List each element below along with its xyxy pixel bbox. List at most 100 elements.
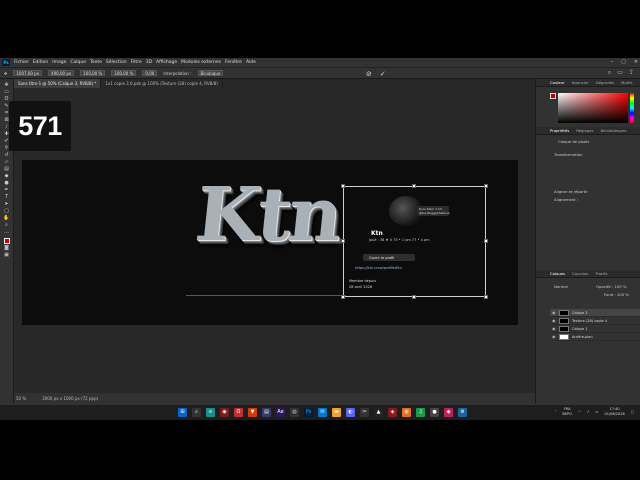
chevron-up-icon[interactable]: ˄ — [555, 410, 557, 414]
media-icon[interactable]: ◉ — [220, 408, 229, 417]
spotify-icon[interactable]: ♫ — [416, 408, 425, 417]
menu-filter[interactable]: Filtre — [131, 60, 142, 65]
foreground-color-swatch[interactable] — [3, 238, 10, 244]
menu-select[interactable]: Sélection — [106, 60, 127, 65]
input-language[interactable]: FRA BEPO — [562, 407, 571, 417]
notification-icon[interactable]: ▢ — [631, 410, 634, 414]
shape-icon[interactable]: ▢ — [3, 208, 11, 214]
volume-icon[interactable]: ♪ — [587, 410, 589, 414]
pen-icon[interactable]: ✒ — [3, 187, 11, 193]
transform-handle[interactable] — [341, 295, 345, 299]
path-select-icon[interactable]: ➤ — [3, 201, 11, 207]
angle-field[interactable]: 0,00 — [142, 70, 158, 76]
tab-libraries[interactable]: Bibliothèques — [601, 128, 627, 133]
battery-icon[interactable]: ▭ — [595, 410, 598, 414]
layer-row[interactable]: ◉ Arrière-plan — [550, 333, 640, 341]
tab-properties[interactable]: Propriétés — [550, 128, 569, 133]
dodge-icon[interactable]: ● — [3, 180, 11, 186]
fill-field[interactable]: Fond : 100 % — [604, 292, 629, 297]
layer-row[interactable]: ◉ Calque 1 — [550, 325, 640, 333]
hue-slider[interactable] — [630, 93, 634, 123]
marquee-icon[interactable]: ▭ — [3, 89, 11, 95]
app-icon[interactable]: ◆ — [444, 408, 453, 417]
menu-layer[interactable]: Calque — [70, 60, 86, 65]
gradient-icon[interactable]: ▤ — [3, 166, 11, 172]
after-effects-icon[interactable]: Ae — [276, 408, 285, 417]
hand-icon[interactable]: ✋ — [3, 215, 11, 221]
move-tool-icon[interactable]: ✥ — [4, 71, 7, 76]
transform-section[interactable]: Transformation — [554, 152, 583, 157]
clock[interactable]: 17:40 01/08/2026 — [605, 407, 625, 417]
capcut-icon[interactable]: ✂ — [360, 408, 369, 417]
more-tools-icon[interactable]: … — [3, 229, 11, 235]
commit-transform-icon[interactable]: ✓ — [380, 70, 386, 78]
type-icon[interactable]: T — [3, 194, 11, 200]
blur-icon[interactable]: ◆ — [3, 173, 11, 179]
steam-icon[interactable]: ◎ — [290, 408, 299, 417]
menu-help[interactable]: Aide — [246, 60, 256, 65]
app-icon[interactable]: ▲ — [374, 408, 383, 417]
opacity-field[interactable]: Opacité : 100 % — [596, 284, 626, 289]
zoom-level[interactable]: 50 % — [16, 396, 26, 401]
interpolation-select[interactable]: Bicubique — [197, 70, 224, 76]
tab-color[interactable]: Couleur — [550, 80, 565, 85]
tab-swatches[interactable]: Nuancier — [572, 80, 589, 85]
close-icon[interactable]: ✕ — [634, 59, 638, 65]
store-icon[interactable]: ▤ — [262, 408, 271, 417]
transform-handle[interactable] — [412, 295, 416, 299]
folder-icon[interactable]: ▬ — [332, 408, 341, 417]
blend-mode-select[interactable]: Normal — [554, 284, 568, 289]
visibility-eye-icon[interactable]: ◉ — [552, 326, 556, 331]
menu-image[interactable]: Image — [52, 60, 66, 65]
eraser-icon[interactable]: ▱ — [3, 159, 11, 165]
obs-icon[interactable]: ● — [430, 408, 439, 417]
search-icon[interactable]: ⌕ — [608, 69, 611, 77]
tab-layers[interactable]: Calques — [550, 271, 565, 276]
height-field[interactable]: 100,00 % — [111, 70, 137, 76]
move-icon[interactable]: ✥ — [3, 82, 11, 88]
mail-icon[interactable]: ✉ — [318, 408, 327, 417]
menu-plugins[interactable]: Modules externes — [181, 60, 221, 65]
visibility-eye-icon[interactable]: ◉ — [552, 310, 556, 315]
blender-icon[interactable]: ◍ — [402, 408, 411, 417]
opera-icon[interactable]: O — [234, 408, 243, 417]
discord-icon[interactable]: ◐ — [346, 408, 355, 417]
menu-view[interactable]: Affichage — [156, 60, 177, 65]
transform-handle[interactable] — [341, 239, 345, 243]
photoshop-taskbar-icon[interactable]: Ps — [304, 408, 313, 417]
search-taskbar-icon[interactable]: ⌕ — [192, 408, 201, 417]
y-field[interactable]: 490,00 px — [48, 70, 75, 76]
transform-handle[interactable] — [484, 239, 488, 243]
color-field[interactable] — [558, 93, 628, 123]
davinci-icon[interactable]: ◈ — [388, 408, 397, 417]
maximize-icon[interactable]: ▢ — [621, 59, 626, 65]
cancel-transform-icon[interactable]: ⊘ — [366, 70, 372, 78]
foreground-swatch[interactable] — [550, 93, 556, 99]
share-icon[interactable]: ⇪ — [629, 69, 634, 77]
visibility-eye-icon[interactable]: ◉ — [552, 318, 556, 323]
edge-icon[interactable]: e — [206, 408, 215, 417]
tab-document-2[interactable]: 1x1 copie 3.0.psb @ 100% (Texture (28) c… — [101, 79, 223, 88]
start-icon[interactable]: ⊞ — [178, 408, 187, 417]
quick-mask-icon[interactable]: ◙ — [3, 245, 11, 251]
wifi-icon[interactable]: ◠ — [578, 410, 581, 414]
workspace-icon[interactable]: ▭ — [617, 69, 623, 77]
transform-handle[interactable] — [412, 184, 416, 188]
layer-row[interactable]: ◉ Texture (28) copie 4 — [550, 317, 640, 325]
tab-gradients[interactable]: Dégradés — [596, 80, 614, 85]
layer-row[interactable]: ◉ Calque 3 — [550, 309, 640, 317]
tab-channels[interactable]: Couches — [572, 271, 588, 276]
menu-3d[interactable]: 3D — [146, 60, 152, 65]
transform-handle[interactable] — [341, 184, 345, 188]
brave-icon[interactable]: ▼ — [248, 408, 257, 417]
x-field[interactable]: 1007,00 px — [13, 70, 43, 76]
transform-handle[interactable] — [484, 295, 488, 299]
transform-handle[interactable] — [484, 184, 488, 188]
screen-mode-icon[interactable]: ▣ — [3, 252, 11, 258]
tab-adjustments[interactable]: Réglages — [576, 128, 593, 133]
history-brush-icon[interactable]: ↺ — [3, 152, 11, 158]
zoom-icon[interactable]: ⌕ — [3, 222, 11, 228]
menu-file[interactable]: Fichier — [14, 60, 29, 65]
tab-paths[interactable]: Tracés — [595, 271, 607, 276]
menu-window[interactable]: Fenêtre — [225, 60, 242, 65]
